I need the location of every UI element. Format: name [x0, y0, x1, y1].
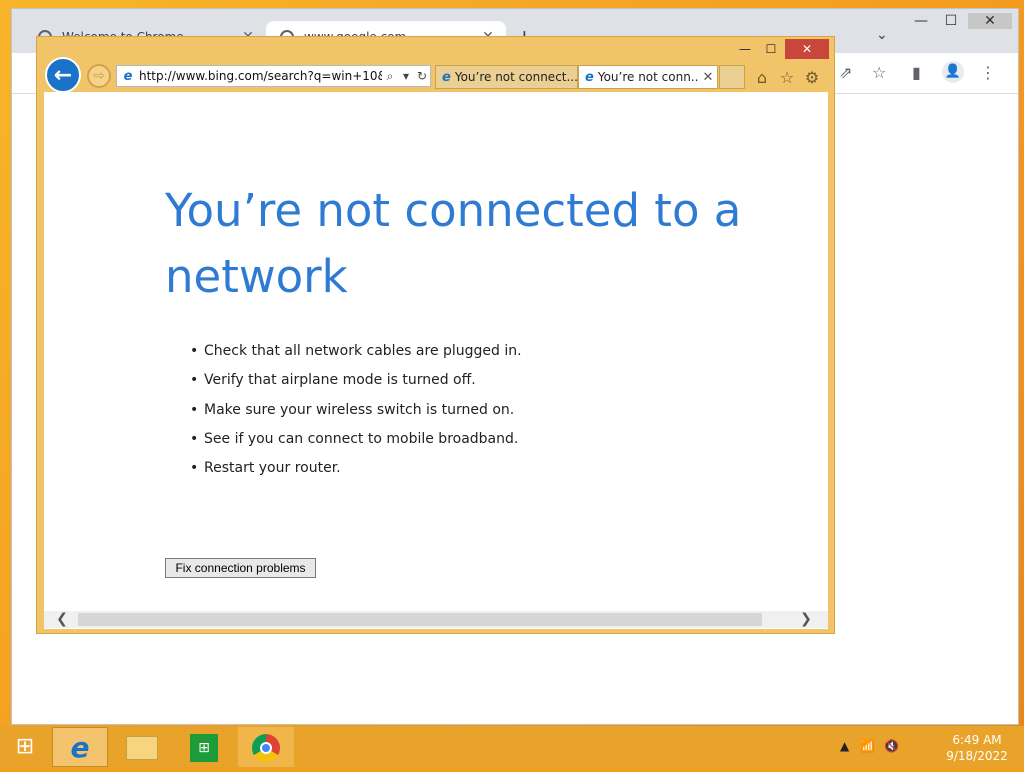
tab-close-icon[interactable]: ✕	[699, 70, 717, 85]
start-button[interactable]: ⊞	[0, 727, 50, 767]
ie-page-icon: e	[585, 69, 594, 85]
taskbar-internet-explorer[interactable]: e	[52, 727, 108, 767]
clock-date: 9/18/2022	[946, 749, 1008, 763]
page-title: You’re not connected to a network	[165, 184, 742, 303]
horizontal-scrollbar[interactable]: ❮ ❯	[44, 611, 828, 628]
address-dropdown-icon[interactable]: ▾	[398, 69, 414, 83]
ie-new-tab-button[interactable]	[719, 65, 745, 89]
favorites-star-icon[interactable]: ☆	[776, 67, 798, 89]
ie-tab-active[interactable]: e You’re not conn... ✕	[578, 65, 718, 89]
taskbar-chrome[interactable]	[238, 727, 294, 767]
ie-maximize-button[interactable]: ☐	[757, 39, 785, 59]
back-button[interactable]: ←	[45, 57, 81, 93]
ie-tab-title: You’re not conn...	[597, 70, 699, 84]
taskbar: ⊞ e ⊞ ▲ 📶 🔇	[0, 726, 1024, 768]
bookmark-star-icon[interactable]: ☆	[872, 63, 886, 82]
ie-window: — ☐ ✕ ← ⇨ e http://www.bing.com/search?q…	[36, 36, 835, 634]
troubleshooting-list: Check that all network cables are plugge…	[190, 339, 522, 485]
taskbar-file-explorer[interactable]	[114, 727, 170, 767]
ie-close-button[interactable]: ✕	[785, 39, 829, 59]
ie-page-content: You’re not connected to a network Check …	[44, 92, 828, 629]
taskbar-store[interactable]: ⊞	[176, 727, 232, 767]
system-clock[interactable]: 6:49 AM 9/18/2022	[938, 732, 1016, 764]
side-panel-icon[interactable]: ▮	[912, 63, 921, 82]
ie-tab-inactive[interactable]: e You’re not connect...	[435, 65, 578, 89]
volume-muted-icon[interactable]: 🔇	[884, 739, 899, 753]
scroll-right-icon[interactable]: ❯	[796, 611, 816, 628]
share-icon[interactable]: ⇗	[839, 63, 852, 82]
chrome-close-button[interactable]: ✕	[968, 13, 1012, 29]
forward-button[interactable]: ⇨	[87, 64, 111, 88]
network-icon[interactable]: 📶	[860, 739, 875, 753]
list-item: Restart your router.	[190, 456, 522, 485]
chrome-minimize-button[interactable]: —	[906, 13, 936, 29]
profile-avatar-icon[interactable]: 👤	[942, 61, 964, 83]
ie-minimize-button[interactable]: —	[731, 39, 759, 59]
list-item: Check that all network cables are plugge…	[190, 339, 522, 368]
refresh-icon[interactable]: ↻	[414, 69, 430, 83]
clock-time: 6:49 AM	[952, 733, 1002, 747]
ie-tab-title: You’re not connect...	[454, 70, 577, 84]
scroll-left-icon[interactable]: ❮	[52, 611, 72, 628]
list-item: Verify that airplane mode is turned off.	[190, 368, 522, 397]
list-item: See if you can connect to mobile broadba…	[190, 427, 522, 456]
scrollbar-thumb[interactable]	[78, 613, 762, 626]
chrome-maximize-button[interactable]: ☐	[936, 13, 966, 29]
list-item: Make sure your wireless switch is turned…	[190, 398, 522, 427]
address-bar[interactable]: e http://www.bing.com/search?q=win+10&sr…	[116, 65, 431, 87]
internet-explorer-icon: e	[70, 731, 90, 764]
chrome-icon	[252, 733, 280, 762]
ie-page-icon: e	[442, 69, 451, 85]
show-hidden-icons-icon[interactable]: ▲	[840, 739, 849, 753]
home-icon[interactable]: ⌂	[751, 67, 773, 89]
address-url[interactable]: http://www.bing.com/search?q=win+10&src	[139, 69, 382, 83]
tools-gear-icon[interactable]: ⚙	[801, 67, 823, 89]
search-icon[interactable]: ⌕	[382, 69, 398, 84]
store-icon: ⊞	[190, 733, 218, 762]
fix-connection-problems-button[interactable]: Fix connection problems	[165, 558, 316, 578]
chrome-tab-search-icon[interactable]: ⌄	[876, 27, 888, 43]
folder-icon	[126, 735, 158, 760]
ie-page-icon: e	[123, 68, 133, 84]
chrome-menu-icon[interactable]: ⋮	[980, 63, 996, 82]
